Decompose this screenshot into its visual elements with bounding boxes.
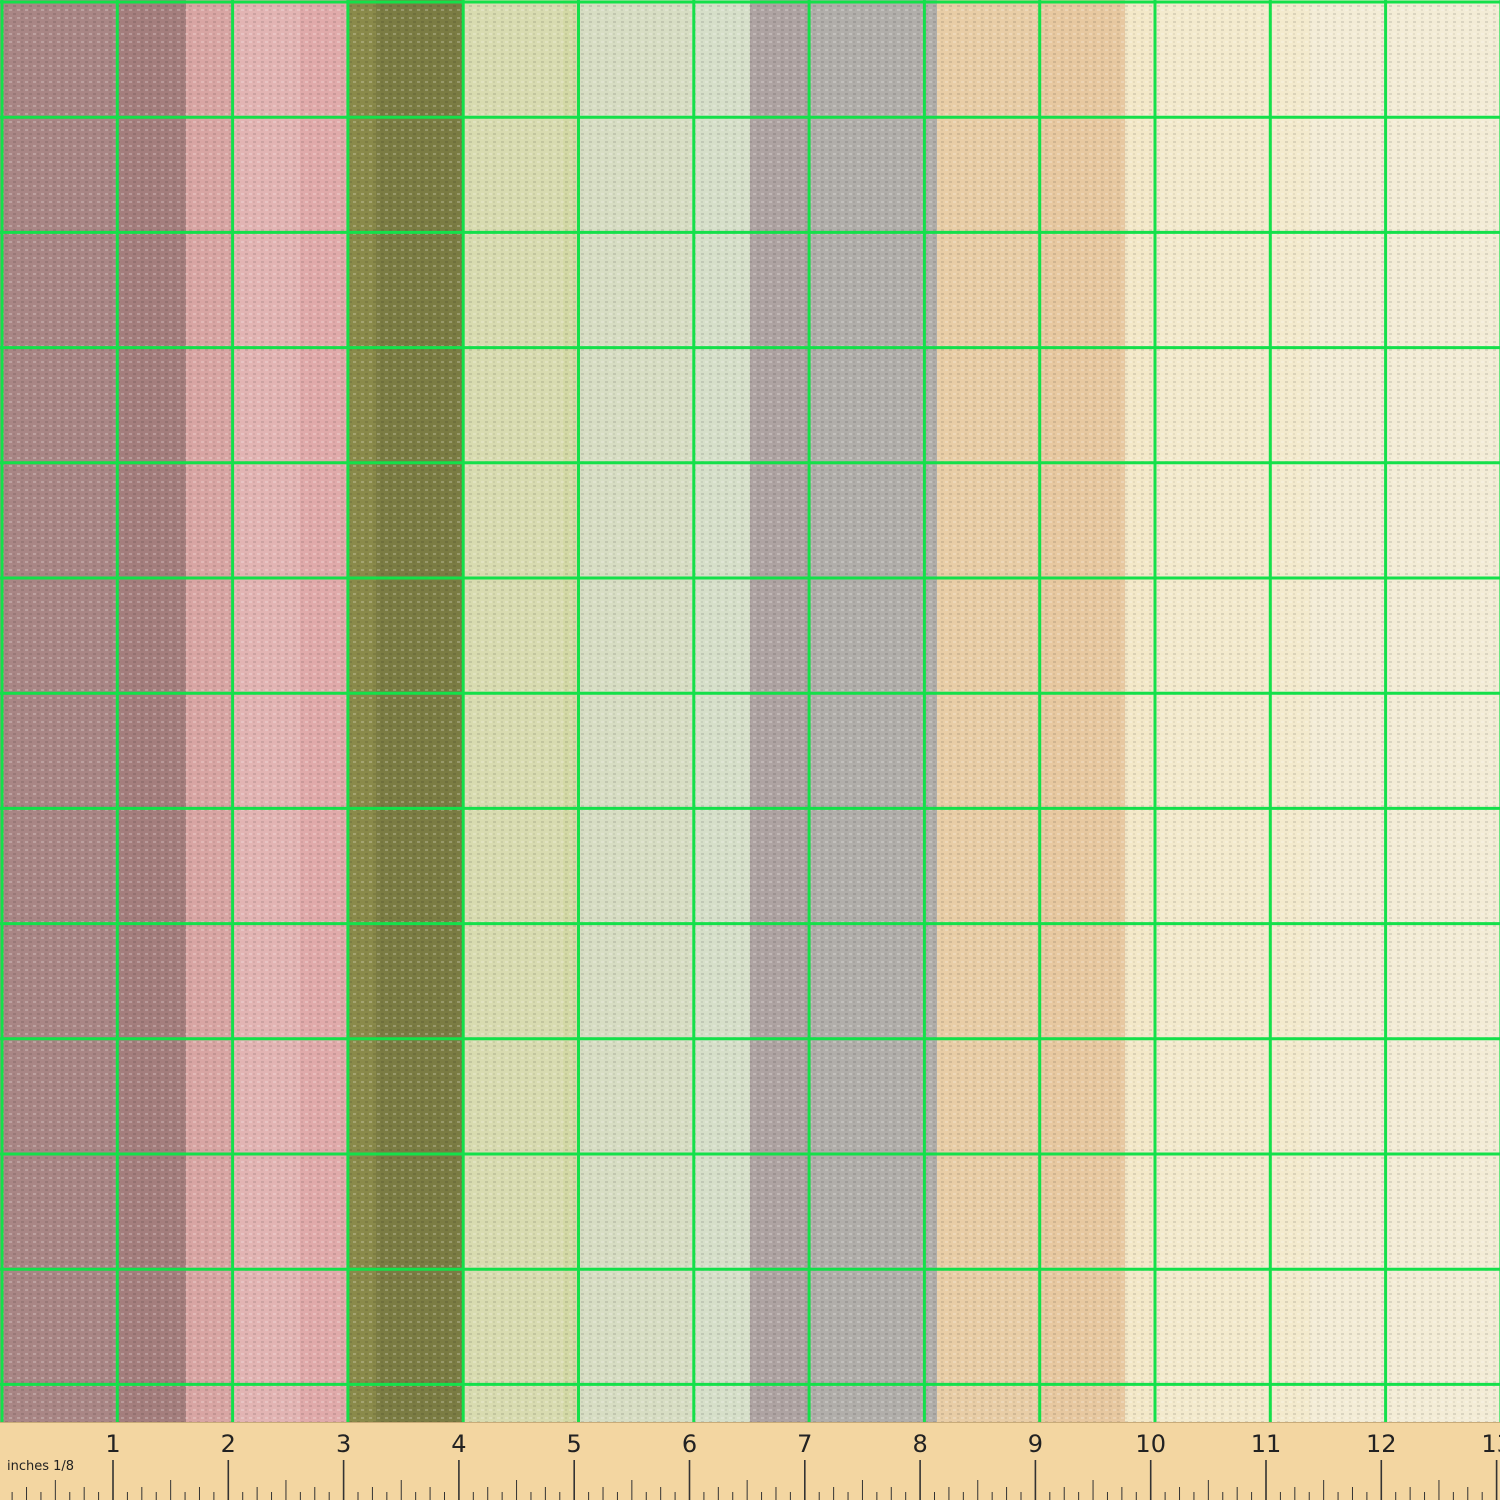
ruler-number: 11 bbox=[1251, 1430, 1282, 1458]
ruler-number: 13 bbox=[1481, 1430, 1500, 1458]
measurement-ruler: 12345678910111213 inches 1/8 bbox=[0, 1422, 1500, 1500]
ruler-caption: inches 1/8 bbox=[7, 1459, 74, 1474]
ruler-number: 1 bbox=[105, 1430, 120, 1458]
ruler-number: 5 bbox=[567, 1430, 582, 1458]
ruler-number: 7 bbox=[797, 1430, 812, 1458]
plaid-pattern bbox=[0, 0, 1500, 1422]
weave-texture bbox=[0, 0, 1500, 1422]
ruler-number: 10 bbox=[1135, 1430, 1166, 1458]
ruler-number: 2 bbox=[221, 1430, 236, 1458]
fabric-swatch: 12345678910111213 inches 1/8 bbox=[0, 0, 1500, 1500]
ruler-number: 12 bbox=[1366, 1430, 1397, 1458]
ruler-number: 4 bbox=[451, 1430, 466, 1458]
ruler-number: 8 bbox=[912, 1430, 927, 1458]
ruler-number: 3 bbox=[336, 1430, 351, 1458]
ruler-number: 9 bbox=[1028, 1430, 1043, 1458]
ruler-number: 6 bbox=[682, 1430, 697, 1458]
